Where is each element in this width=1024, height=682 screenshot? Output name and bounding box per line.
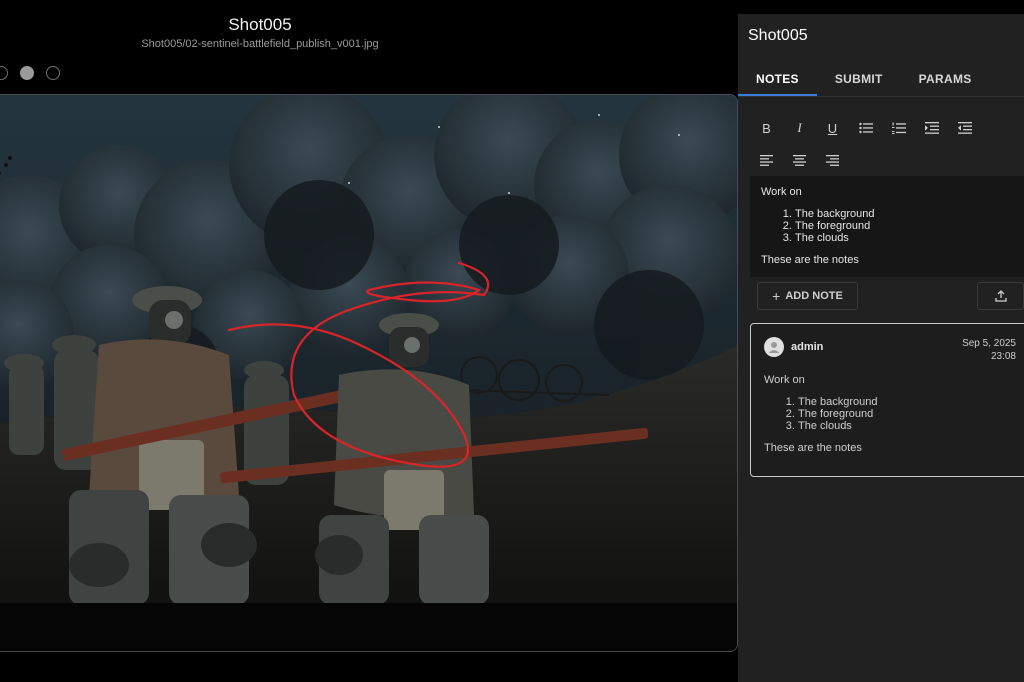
bulleted-list-icon[interactable] [851,114,880,142]
note-body: Work on The background The foreground Th… [764,374,1014,454]
version-dot-1[interactable] [0,66,8,80]
indent-icon[interactable] [917,114,946,142]
editor-outro: These are the notes [761,254,859,266]
panel-tabs: NOTES SUBMIT PARAMS [738,62,1024,96]
align-right-icon[interactable] [818,146,847,174]
add-note-button[interactable]: + ADD NOTE [757,282,858,310]
numbered-list-icon[interactable] [884,114,913,142]
tab-submit[interactable]: SUBMIT [817,62,901,96]
shot-image[interactable] [0,95,737,605]
underline-glyph: U [827,120,838,136]
shot-title: Shot005 [228,15,292,34]
version-dot-3[interactable] [46,66,60,80]
editor-list-item: The background [795,208,1013,220]
bold-icon[interactable]: B [752,114,781,142]
outdent-icon[interactable] [950,114,979,142]
tabs-divider [738,96,1024,97]
note-list: The background The foreground The clouds [786,396,1014,432]
note-time: 23:08 [990,351,1016,362]
note-card: admin Sep 5, 2025 23:08 Work on The back… [750,323,1024,477]
align-center-icon[interactable] [785,146,814,174]
italic-glyph: I [797,120,802,135]
add-note-label: ADD NOTE [785,290,843,302]
note-author: admin [791,341,824,353]
note-date: Sep 5, 2025 [962,338,1016,349]
editor-intro: Work on [761,186,802,198]
note-intro: Work on [764,374,805,386]
italic-icon[interactable]: I [785,114,814,142]
tab-notes[interactable]: NOTES [738,62,817,96]
image-viewer: Shot005 Shot005/02-sentinel-battlefield_… [0,0,738,682]
note-list-item: The clouds [798,420,1014,432]
viewer-bottom-strip [0,603,737,651]
note-timestamp: Sep 5, 2025 23:08 [962,337,1016,363]
tab-params[interactable]: PARAMS [901,62,990,96]
image-frame [0,94,738,652]
version-dots [0,66,60,80]
notes-panel: Shot005 NOTES SUBMIT PARAMS B I U Work o… [738,14,1024,682]
bold-glyph: B [762,120,771,136]
underline-icon[interactable]: U [818,114,847,142]
upload-icon [994,290,1007,302]
shot-file-path: Shot005/02-sentinel-battlefield_publish_… [141,38,379,50]
editor-toolbar: B I U [752,114,1012,178]
editor-list: The background The foreground The clouds [783,208,1013,244]
plus-icon: + [772,288,781,304]
upload-button[interactable] [977,282,1024,310]
align-left-icon[interactable] [752,146,781,174]
note-list-item: The background [798,396,1014,408]
version-dot-2[interactable] [20,66,34,80]
editor-list-item: The foreground [795,220,1013,232]
panel-title: Shot005 [748,27,808,44]
note-list-item: The foreground [798,408,1014,420]
avatar [764,337,784,357]
note-editor[interactable]: Work on The background The foreground Th… [750,176,1024,277]
user-icon [768,342,780,353]
editor-list-item: The clouds [795,232,1013,244]
note-outro: These are the notes [764,442,862,454]
